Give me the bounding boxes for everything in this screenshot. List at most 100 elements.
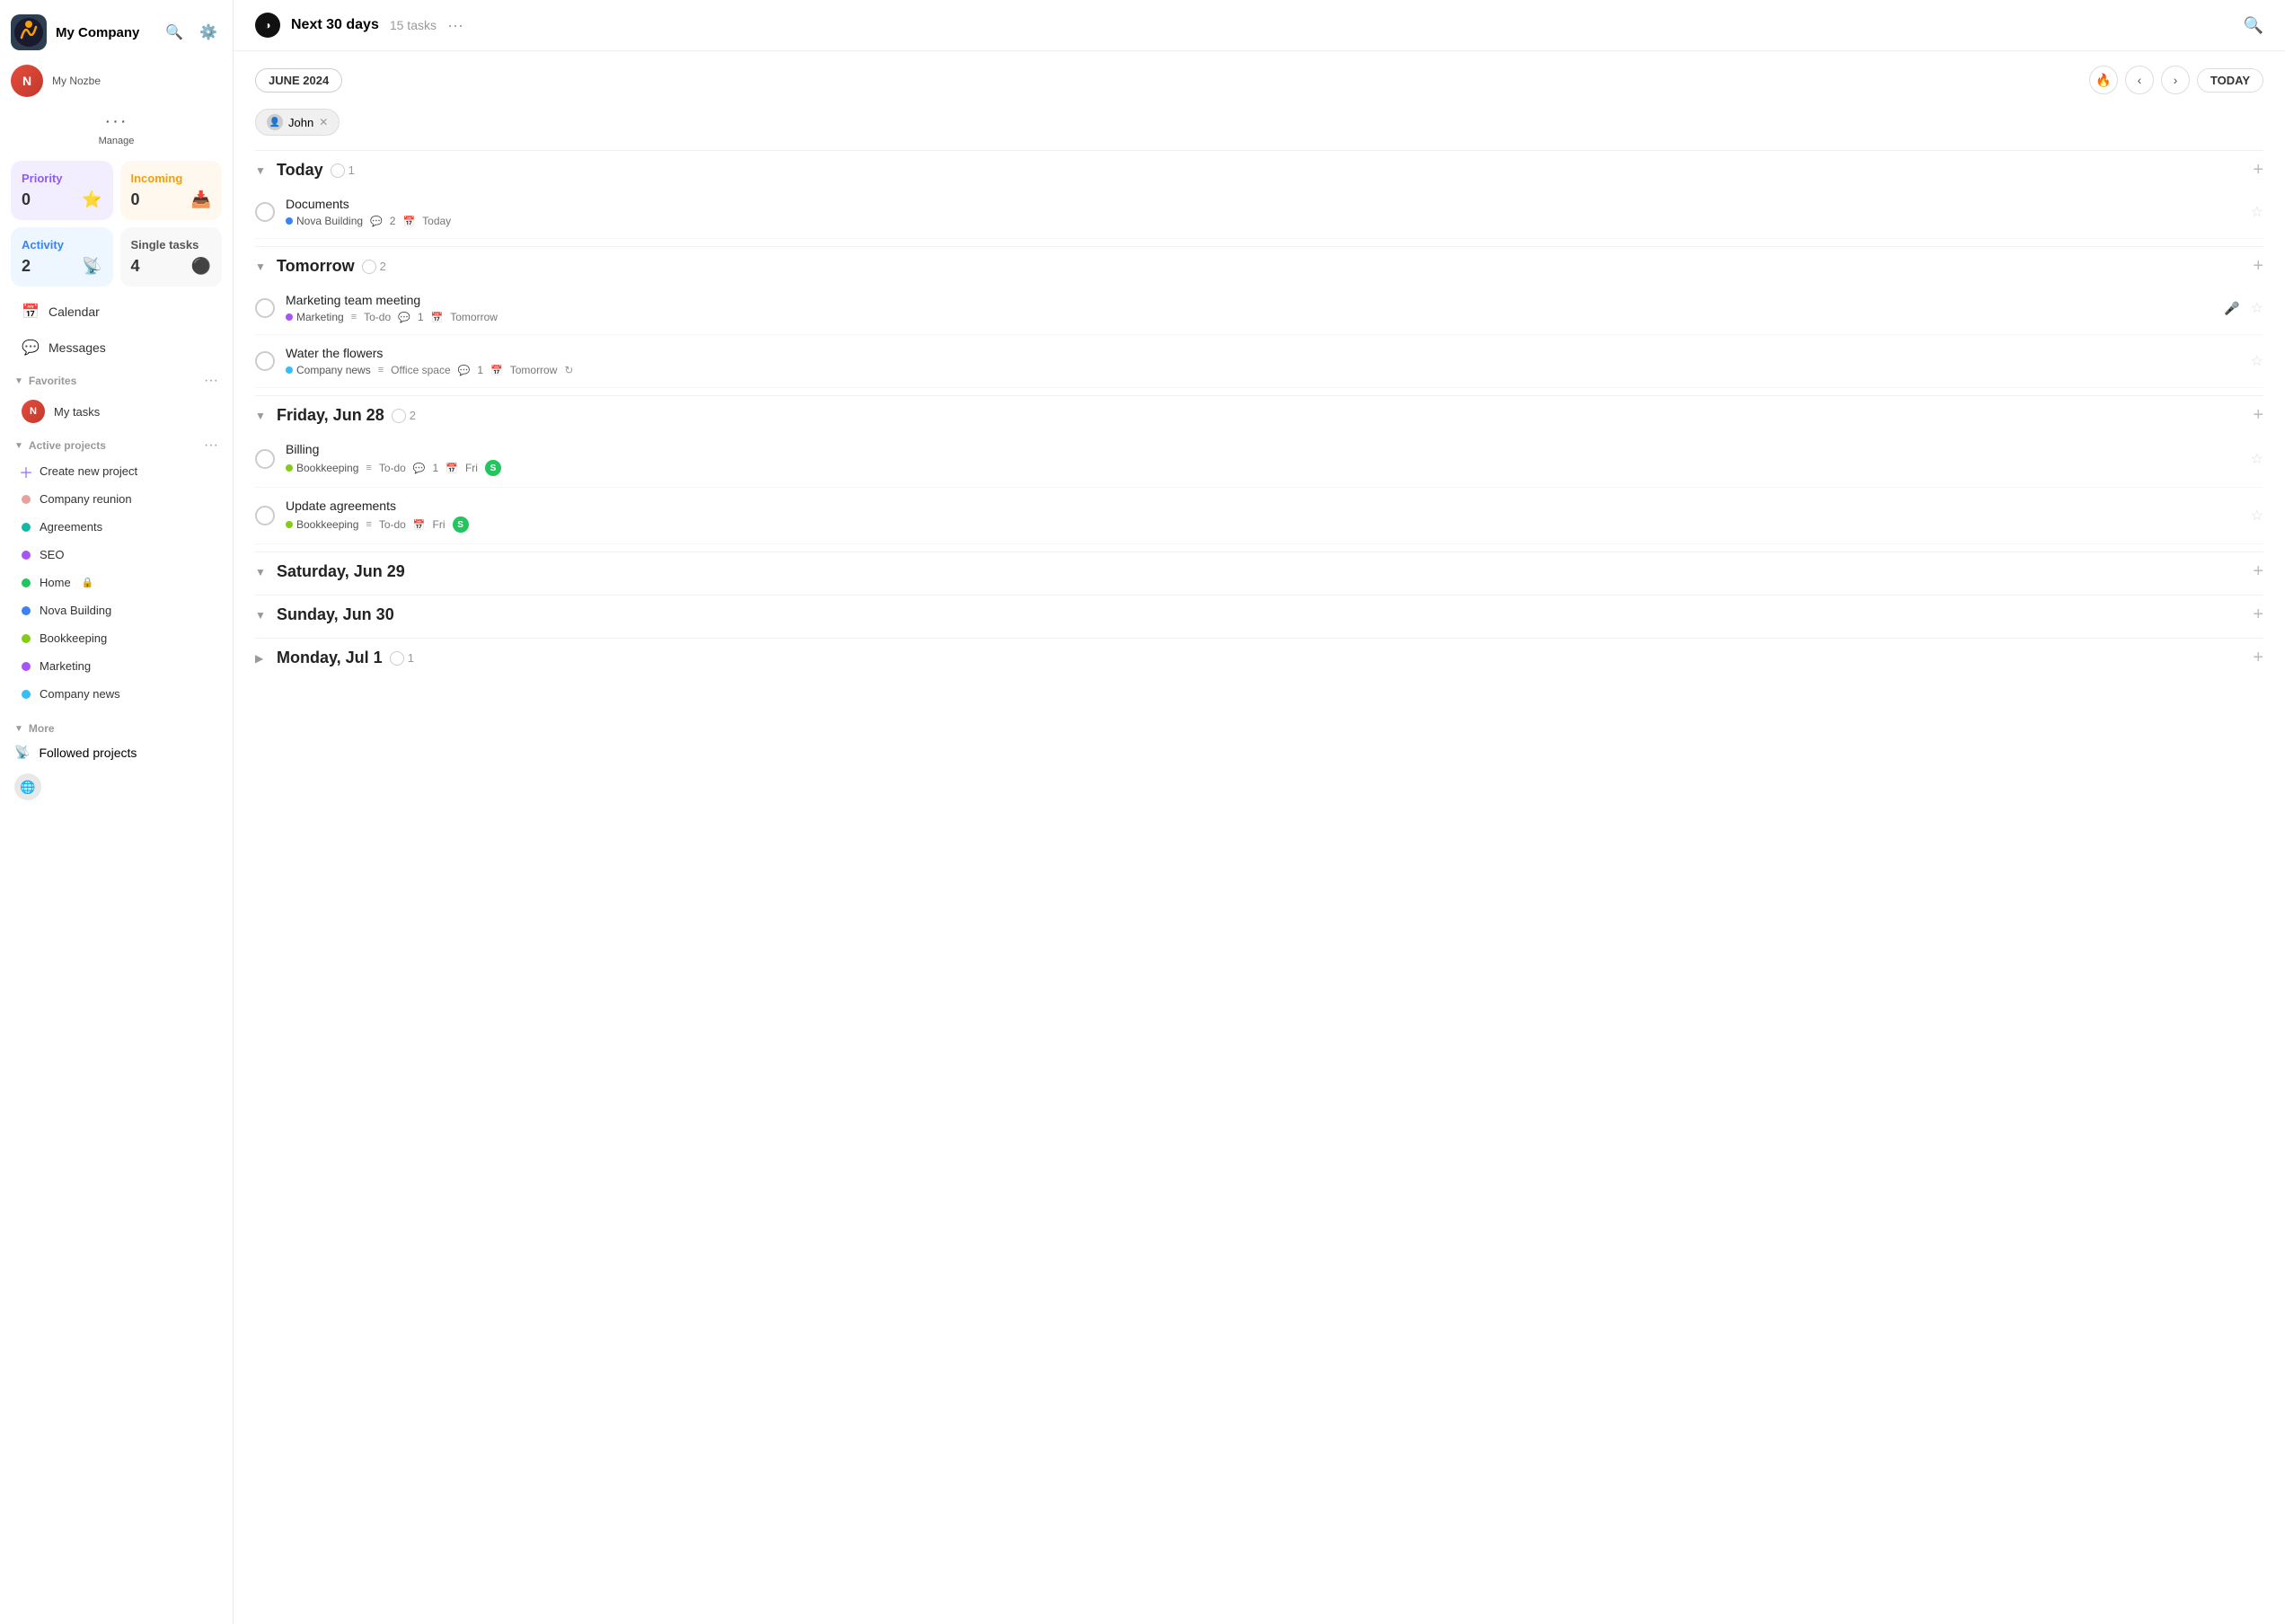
priority-row: 0 ⭐ — [22, 190, 102, 209]
water-flowers-star[interactable]: ☆ — [2251, 352, 2263, 370]
favorites-more-icon[interactable]: ··· — [204, 373, 218, 389]
main: ◑ Next 30 days 15 tasks ··· 🔍 JUNE 2024 … — [234, 0, 2285, 1624]
fri-jun-28-toggle[interactable]: ▼ — [255, 410, 269, 422]
billing-dot — [286, 464, 293, 472]
company-logo[interactable] — [11, 14, 47, 50]
active-projects-more-icon[interactable]: ··· — [204, 437, 218, 454]
water-flowers-section: Office space — [391, 364, 450, 376]
today-add-button[interactable]: + — [2253, 160, 2263, 181]
manage-icon: ··· — [105, 111, 128, 132]
task-item-update-agreements[interactable]: Update agreements Bookkeeping ≡ To-do 📅 … — [255, 488, 2263, 544]
marketing-meeting-comment-count: 1 — [418, 311, 424, 323]
sat-jun-29-toggle[interactable]: ▼ — [255, 566, 269, 578]
sidebar-item-followed-projects[interactable]: 📡 Followed projects — [0, 738, 233, 766]
mon-jul-1-toggle[interactable]: ▶ — [255, 652, 269, 665]
fire-button[interactable]: 🔥 — [2089, 66, 2118, 94]
sidebar-item-company-news[interactable]: Company news — [7, 681, 225, 707]
avatar[interactable]: N — [11, 65, 43, 97]
documents-project-dot — [286, 217, 293, 225]
documents-star[interactable]: ☆ — [2251, 203, 2263, 221]
water-flowers-project: Company news — [286, 364, 371, 376]
water-flowers-info: Water the flowers Company news ≡ Office … — [286, 346, 2240, 376]
globe-button[interactable]: 🌐 — [14, 773, 41, 800]
documents-meta: Nova Building 💬 2 📅 Today — [286, 215, 2240, 227]
billing-star[interactable]: ☆ — [2251, 450, 2263, 468]
update-agreements-star[interactable]: ☆ — [2251, 507, 2263, 525]
sidebar-item-calendar[interactable]: 📅 Calendar — [7, 296, 225, 328]
sidebar-item-home[interactable]: Home 🔒 — [7, 569, 225, 596]
task-item-water-flowers[interactable]: Water the flowers Company news ≡ Office … — [255, 335, 2263, 388]
sun-jun-30-toggle[interactable]: ▼ — [255, 609, 269, 622]
marketing-meeting-checkbox[interactable] — [255, 298, 275, 318]
header-icon: ◑ — [255, 13, 280, 38]
task-item-billing[interactable]: Billing Bookkeeping ≡ To-do 💬 1 📅 Fri S — [255, 431, 2263, 488]
marketing-meeting-project: Marketing — [286, 311, 344, 323]
sidebar-item-agreements[interactable]: Agreements — [7, 514, 225, 540]
filter-icons: 🔥 ‹ › TODAY — [2089, 66, 2263, 94]
update-agreements-checkbox[interactable] — [255, 506, 275, 525]
today-button[interactable]: TODAY — [2197, 68, 2263, 93]
sidebar-item-bookkeeping[interactable]: Bookkeeping — [7, 625, 225, 651]
priority-count: 0 — [22, 190, 31, 209]
sidebar-item-messages[interactable]: 💬 Messages — [7, 331, 225, 364]
sun-jun-30-add-button[interactable]: + — [2253, 605, 2263, 625]
sidebar-item-nova-building[interactable]: Nova Building — [7, 597, 225, 623]
fri-jun-28-count-num: 2 — [410, 409, 416, 422]
task-item-marketing-meeting[interactable]: Marketing team meeting Marketing ≡ To-do… — [255, 282, 2263, 335]
priority-card[interactable]: Priority 0 ⭐ — [11, 161, 113, 220]
sidebar-item-company-reunion[interactable]: Company reunion — [7, 486, 225, 512]
prev-button[interactable]: ‹ — [2125, 66, 2154, 94]
sidebar-item-my-tasks[interactable]: N My tasks — [7, 393, 225, 429]
my-tasks-avatar: N — [22, 400, 45, 423]
water-flowers-name: Water the flowers — [286, 346, 2240, 360]
task-group-sat-jun-29: ▼ Saturday, Jun 29 + — [255, 552, 2263, 587]
manage-button[interactable]: ··· Manage — [0, 104, 233, 154]
today-toggle[interactable]: ▼ — [255, 164, 269, 177]
fri-jun-28-add-button[interactable]: + — [2253, 405, 2263, 426]
incoming-card[interactable]: Incoming 0 📥 — [120, 161, 223, 220]
search-button[interactable]: 🔍 — [161, 19, 188, 46]
followed-icon: 📡 — [14, 745, 30, 760]
user-filter-tag[interactable]: 👤 John ✕ — [255, 109, 340, 136]
more-toggle[interactable]: ▼ More — [14, 722, 55, 735]
single-tasks-card[interactable]: Single tasks 4 ⚫ — [120, 227, 223, 287]
mon-jul-1-add-button[interactable]: + — [2253, 648, 2263, 668]
water-flowers-checkbox[interactable] — [255, 351, 275, 371]
documents-checkbox[interactable] — [255, 202, 275, 222]
next-button[interactable]: › — [2161, 66, 2190, 94]
water-flowers-comment-count: 1 — [477, 364, 483, 376]
tomorrow-add-button[interactable]: + — [2253, 256, 2263, 277]
user-tag-name: John — [288, 116, 313, 129]
billing-project: Bookkeeping — [286, 462, 358, 474]
main-header: ◑ Next 30 days 15 tasks ··· 🔍 — [234, 0, 2285, 51]
sun-jun-30-title: Sunday, Jun 30 — [277, 605, 394, 624]
activity-count: 2 — [22, 257, 31, 276]
tomorrow-toggle[interactable]: ▼ — [255, 260, 269, 273]
active-projects-toggle[interactable]: ▼ Active projects — [14, 439, 106, 452]
activity-card[interactable]: Activity 2 📡 — [11, 227, 113, 287]
update-agreements-avatar: S — [453, 516, 469, 533]
sidebar-item-create-new-project[interactable]: ＋ Create new project — [7, 458, 225, 484]
sidebar-top: My Company 🔍 ⚙️ — [0, 0, 233, 57]
update-agreements-date: Fri — [433, 518, 446, 531]
favorites-toggle[interactable]: ▼ Favorites — [14, 375, 76, 387]
billing-section-icon: ≡ — [366, 463, 371, 473]
task-item-documents[interactable]: Documents Nova Building 💬 2 📅 Today ☆ — [255, 186, 2263, 239]
user-tag-close-icon[interactable]: ✕ — [319, 116, 328, 128]
task-group-mon-jul-1: ▶ Monday, Jul 1 1 + — [255, 638, 2263, 674]
sidebar-item-seo[interactable]: SEO — [7, 542, 225, 568]
documents-date-icon: 📅 — [402, 216, 415, 227]
settings-button[interactable]: ⚙️ — [195, 19, 222, 46]
group-header-fri-jun-28: ▼ Friday, Jun 28 2 + — [255, 395, 2263, 431]
water-flowers-date: Tomorrow — [510, 364, 558, 376]
header-more-button[interactable]: ··· — [447, 16, 463, 35]
sat-jun-29-add-button[interactable]: + — [2253, 561, 2263, 582]
month-badge[interactable]: JUNE 2024 — [255, 68, 342, 93]
manage-label: Manage — [99, 136, 135, 146]
update-agreements-meta: Bookkeeping ≡ To-do 📅 Fri S — [286, 516, 2240, 533]
sidebar-item-marketing[interactable]: Marketing — [7, 653, 225, 679]
header-search-button[interactable]: 🔍 — [2244, 16, 2263, 35]
nova-building-label: Nova Building — [40, 604, 111, 617]
marketing-meeting-star[interactable]: ☆ — [2251, 299, 2263, 317]
billing-checkbox[interactable] — [255, 449, 275, 469]
